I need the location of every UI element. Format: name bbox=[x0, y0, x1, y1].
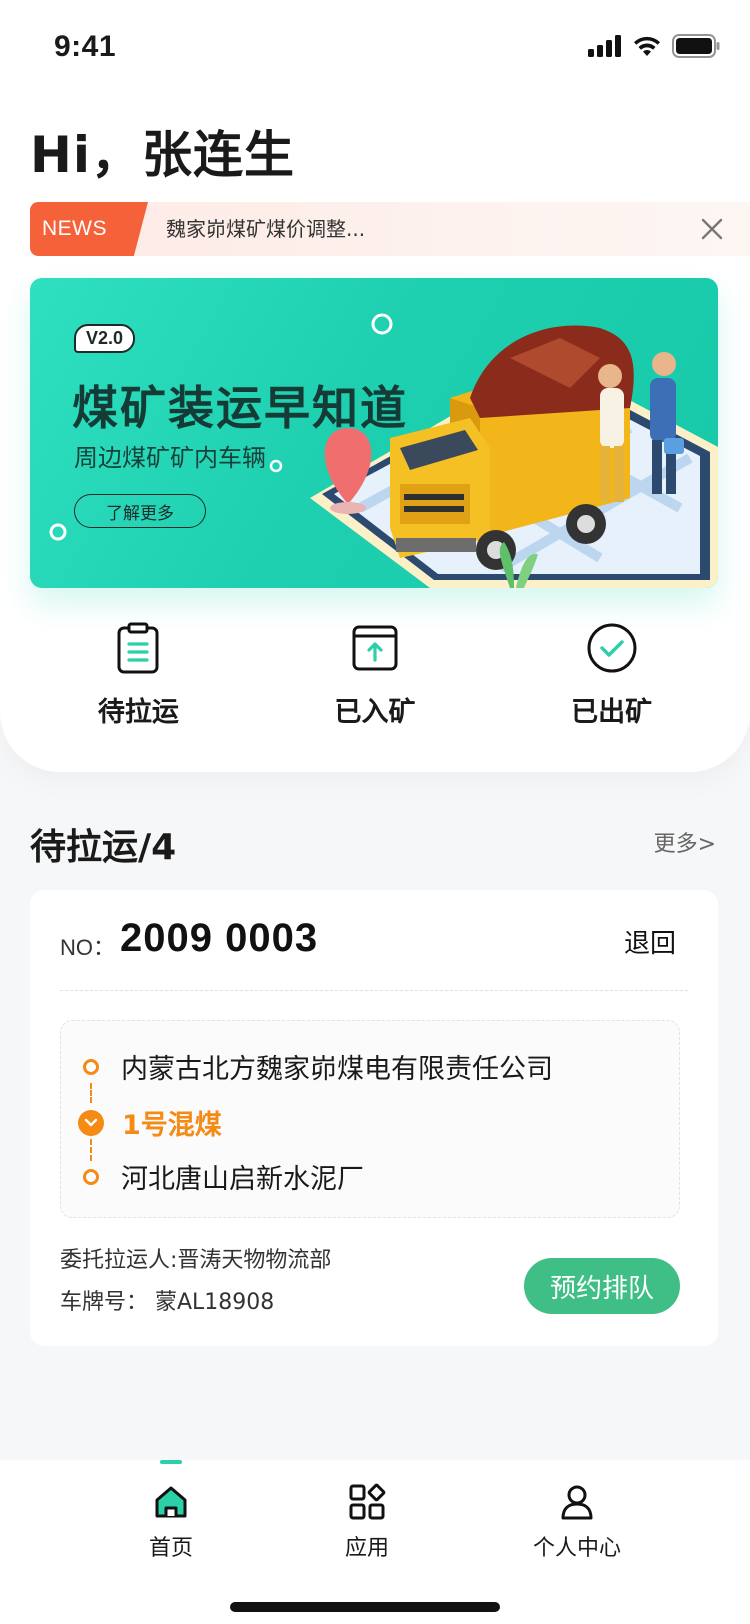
status-time: 9:41 bbox=[54, 30, 117, 63]
order-number: 2009 0003 bbox=[120, 916, 319, 960]
destination-dot-icon bbox=[83, 1168, 99, 1185]
greeting-title: Hi，张连生 bbox=[30, 126, 295, 184]
reserve-queue-button[interactable]: 预约排队 bbox=[524, 1258, 680, 1314]
signal-icon bbox=[588, 35, 621, 57]
section-title: 待拉运/4 bbox=[30, 827, 177, 868]
qa-label: 已入矿 bbox=[334, 697, 416, 728]
truck-illustration bbox=[310, 325, 718, 588]
learn-more-button[interactable]: 了解更多 bbox=[74, 494, 206, 528]
status-bar: 9:41 bbox=[0, 0, 750, 92]
home-indicator[interactable] bbox=[230, 1602, 500, 1612]
carrier-text: 委托拉运人:晋涛天物物流部 bbox=[60, 1248, 332, 1273]
qa-exited[interactable]: 已出矿 bbox=[512, 620, 712, 730]
destination-text: 河北唐山启新水泥厂 bbox=[121, 1164, 364, 1195]
return-button[interactable]: 退回 bbox=[624, 923, 676, 960]
nav-apps[interactable]: 应用 bbox=[292, 1482, 442, 1562]
qa-label: 已出矿 bbox=[571, 697, 653, 728]
banner-subtitle: 周边煤矿矿内车辆 bbox=[74, 444, 266, 472]
news-tag: NEWS bbox=[30, 202, 148, 256]
nav-label: 首页 bbox=[148, 1536, 193, 1561]
version-badge: V2.0 bbox=[74, 324, 136, 353]
news-bar[interactable]: NEWS 魏家峁煤矿煤价调整... bbox=[30, 202, 750, 256]
wifi-icon bbox=[634, 36, 660, 56]
nav-label: 个人中心 bbox=[532, 1536, 621, 1561]
active-indicator bbox=[160, 1460, 182, 1464]
chevron-down-icon bbox=[78, 1109, 104, 1136]
status-icons bbox=[588, 34, 720, 58]
qa-entered[interactable]: 已入矿 bbox=[275, 620, 475, 730]
order-no-label: NO： bbox=[60, 935, 116, 960]
person-icon bbox=[561, 1485, 593, 1520]
more-link[interactable]: 更多> bbox=[654, 826, 716, 858]
route-box: 内蒙古北方魏家峁煤电有限责任公司 1号混煤 河北唐山启新水泥厂 bbox=[60, 1020, 680, 1218]
nav-label: 应用 bbox=[344, 1536, 389, 1561]
order-card[interactable]: NO： 2009 0003 退回 内蒙古北方魏家峁煤电有限责任公司 1号混煤 河… bbox=[30, 890, 718, 1346]
origin-dot-icon bbox=[83, 1058, 99, 1075]
news-text[interactable]: 魏家峁煤矿煤价调整... bbox=[166, 202, 365, 256]
promo-banner[interactable]: V2.0 煤矿装运早知道 周边煤矿矿内车辆 了解更多 bbox=[30, 278, 718, 588]
quick-actions: 待拉运 已入矿 已出矿 bbox=[0, 620, 750, 730]
nav-home[interactable]: 首页 bbox=[96, 1482, 246, 1562]
coal-type: 1号混煤 bbox=[122, 1110, 222, 1141]
route-connector bbox=[90, 1083, 92, 1103]
origin-text: 内蒙古北方魏家峁煤电有限责任公司 bbox=[121, 1054, 553, 1085]
route-destination: 河北唐山启新水泥厂 bbox=[77, 1157, 364, 1196]
divider bbox=[60, 990, 688, 991]
plate-text: 车牌号： 蒙AL18908 bbox=[60, 1290, 275, 1315]
battery-icon bbox=[672, 34, 720, 58]
box-arrow-up-icon bbox=[352, 625, 398, 671]
route-coal: 1号混煤 bbox=[77, 1103, 222, 1142]
bottom-nav: 首页 应用 个人中心 bbox=[0, 1460, 750, 1624]
apps-icon bbox=[349, 1483, 386, 1520]
route-origin: 内蒙古北方魏家峁煤电有限责任公司 bbox=[77, 1047, 553, 1086]
qa-pending[interactable]: 待拉运 bbox=[38, 620, 238, 730]
check-circle-icon bbox=[587, 623, 637, 673]
header-card: 9:41 Hi，张连生 NEWS 魏家峁煤矿煤价调整... V2.0 煤矿装运早… bbox=[0, 0, 750, 772]
clipboard-icon bbox=[117, 622, 159, 674]
nav-profile[interactable]: 个人中心 bbox=[502, 1482, 652, 1562]
close-icon[interactable] bbox=[700, 217, 724, 241]
qa-label: 待拉运 bbox=[97, 697, 179, 728]
home-icon bbox=[155, 1486, 187, 1518]
